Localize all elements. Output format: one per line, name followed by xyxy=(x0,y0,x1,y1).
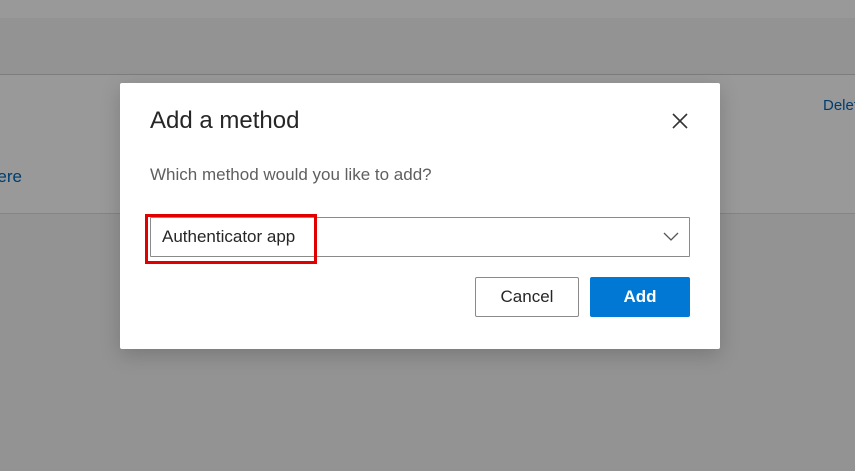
close-icon xyxy=(668,109,692,133)
add-button[interactable]: Add xyxy=(590,277,690,317)
dialog-title: Add a method xyxy=(150,107,300,134)
method-select-value: Authenticator app xyxy=(162,227,296,246)
close-button[interactable] xyxy=(668,109,692,133)
add-method-dialog: Add a method Which method would you like… xyxy=(120,83,720,349)
cancel-button[interactable]: Cancel xyxy=(475,277,579,317)
chevron-down-icon xyxy=(663,230,679,242)
dialog-question: Which method would you like to add? xyxy=(150,165,432,184)
method-select[interactable]: Authenticator app xyxy=(150,217,690,257)
